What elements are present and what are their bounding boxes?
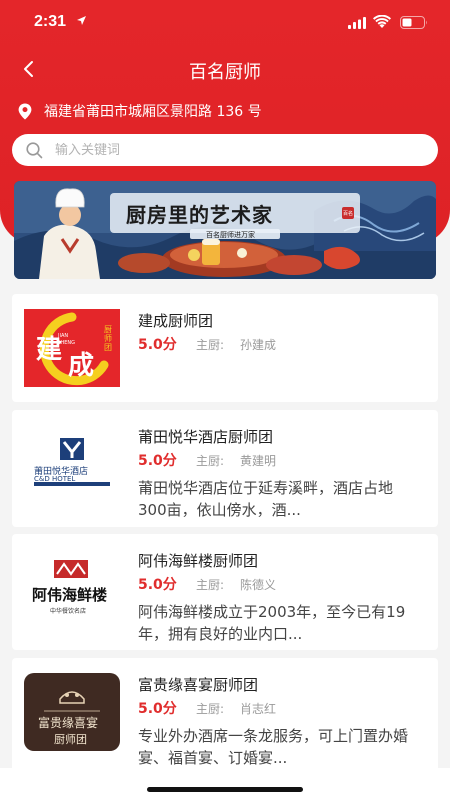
team-description: 专业外办酒席一条龙服务，可上门置办婚宴、福首宴、订婚宴...: [138, 727, 409, 767]
list-item[interactable]: 阿伟海鲜楼 中华餐饮名店 阿伟海鲜楼厨师团 5.0分 主厨: 陈德义 阿伟海鲜楼…: [12, 534, 438, 650]
team-score: 5.0分: [138, 337, 177, 353]
battery-icon: [400, 16, 427, 29]
logo-text: 成: [68, 351, 95, 381]
status-time: 2:31: [34, 13, 67, 30]
map-pin-icon: [18, 103, 32, 120]
banner-title: 厨房里的艺术家: [126, 203, 273, 227]
team-name: 莆田悦华酒店厨师团: [138, 428, 274, 446]
location-row[interactable]: 福建省莆田市城厢区景阳路 136 号: [18, 100, 262, 122]
logo-text: 富贵缘喜宴: [38, 716, 99, 730]
list-item[interactable]: 富贵缘喜宴 厨师团 富贵缘喜宴厨师团 5.0分 主厨: 肖志红 专业外办酒席一条…: [12, 658, 438, 776]
team-score: 5.0分: [138, 577, 177, 593]
navigation-bar: 百名厨师: [0, 52, 450, 88]
team-description: 阿伟海鲜楼成立于2003年，至今已有19年，拥有良好的业内口...: [138, 603, 406, 643]
chef-name: 孙建成: [240, 338, 277, 352]
logo-text: C&D HOTEL: [34, 475, 76, 483]
logo-text: 厨师团: [104, 325, 112, 352]
team-name: 阿伟海鲜楼厨师团: [138, 552, 259, 570]
team-logo: 富贵缘喜宴 厨师团: [24, 673, 120, 751]
wifi-icon: [373, 15, 391, 28]
team-logo: 莆田悦华酒店 C&D HOTEL: [24, 430, 120, 508]
promo-banner[interactable]: 厨房里的艺术家 百名厨师进万家 百名: [14, 181, 436, 279]
search-icon: [26, 141, 43, 158]
banner-seal: 百名: [342, 207, 354, 219]
search-input[interactable]: [55, 142, 415, 158]
chef-label: 主厨:: [196, 578, 225, 592]
search-bar[interactable]: [12, 134, 438, 166]
page-title: 百名厨师: [189, 62, 261, 83]
chef-name: 陈德义: [240, 578, 277, 592]
list-item[interactable]: JIAN CHENG 建 成 厨师团 建成厨师团 5.0分 主厨: 孙建成: [12, 294, 438, 402]
team-description: 莆田悦华酒店位于延寿溪畔，酒店占地300亩，依山傍水，酒...: [138, 479, 394, 519]
bottom-safe-area: [0, 768, 450, 800]
location-arrow-icon: [77, 16, 86, 25]
signal-icon: [348, 17, 366, 29]
logo-text: 建: [36, 335, 63, 365]
logo-text: 中华餐饮名店: [50, 608, 87, 615]
chef-name: 黄建明: [240, 454, 277, 468]
team-name: 建成厨师团: [138, 312, 214, 330]
team-score: 5.0分: [138, 701, 177, 717]
list-item[interactable]: 莆田悦华酒店 C&D HOTEL 莆田悦华酒店厨师团 5.0分 主厨: 黄建明 …: [12, 410, 438, 527]
team-name: 富贵缘喜宴厨师团: [138, 676, 259, 694]
team-logo: 阿伟海鲜楼 中华餐饮名店: [24, 554, 120, 632]
home-indicator: [147, 787, 303, 792]
logo-text: 阿伟海鲜楼: [32, 586, 108, 604]
location-address: 福建省莆田市城厢区景阳路 136 号: [44, 104, 262, 120]
banner-subtitle: 百名厨师进万家: [206, 231, 255, 239]
team-score: 5.0分: [138, 453, 177, 469]
chef-label: 主厨:: [196, 702, 225, 716]
logo-text: 厨师团: [54, 733, 87, 746]
chef-name: 肖志红: [240, 702, 277, 716]
chef-label: 主厨:: [196, 454, 225, 468]
status-bar: 2:31: [0, 0, 450, 44]
chef-label: 主厨:: [196, 338, 225, 352]
team-logo: JIAN CHENG 建 成 厨师团: [24, 309, 120, 387]
